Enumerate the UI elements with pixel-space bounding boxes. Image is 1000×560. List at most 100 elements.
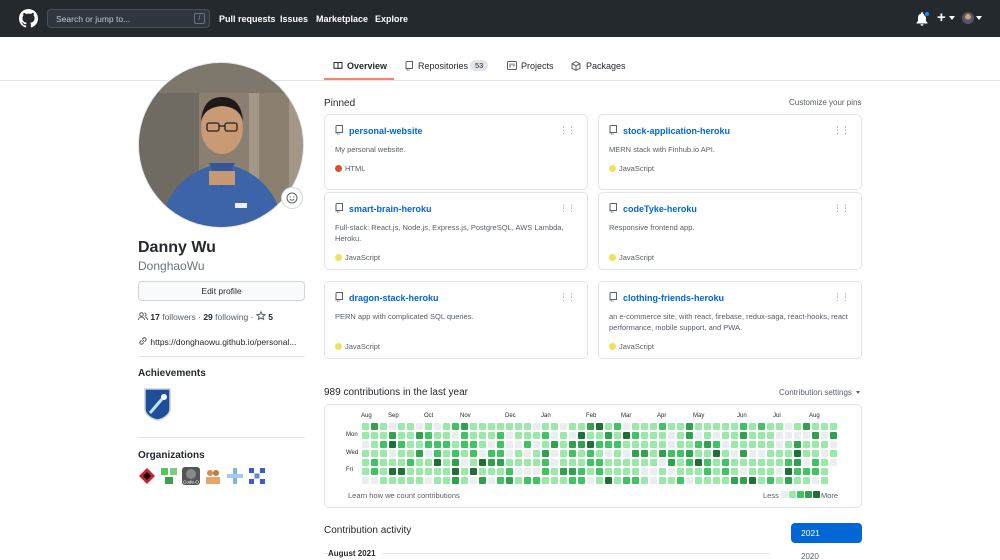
contribution-day-cell[interactable] bbox=[506, 441, 513, 448]
contribution-day-cell[interactable] bbox=[497, 441, 504, 448]
contribution-day-cell[interactable] bbox=[776, 459, 783, 466]
contribution-day-cell[interactable] bbox=[614, 468, 621, 475]
contribution-day-cell[interactable] bbox=[434, 423, 441, 430]
contribution-day-cell[interactable] bbox=[614, 441, 621, 448]
contribution-day-cell[interactable] bbox=[569, 459, 576, 466]
contribution-day-cell[interactable] bbox=[407, 459, 414, 466]
contribution-day-cell[interactable] bbox=[569, 441, 576, 448]
contribution-day-cell[interactable] bbox=[443, 432, 450, 439]
drag-handle-icon[interactable]: ⋮⋮ bbox=[559, 203, 576, 214]
contribution-day-cell[interactable] bbox=[677, 477, 684, 484]
contribution-day-cell[interactable] bbox=[704, 459, 711, 466]
contribution-day-cell[interactable] bbox=[659, 423, 666, 430]
contribution-day-cell[interactable] bbox=[767, 459, 774, 466]
contribution-day-cell[interactable] bbox=[641, 441, 648, 448]
contribution-day-cell[interactable] bbox=[380, 459, 387, 466]
contribution-day-cell[interactable] bbox=[749, 468, 756, 475]
contribution-day-cell[interactable] bbox=[668, 432, 675, 439]
contribution-day-cell[interactable] bbox=[560, 468, 567, 475]
contribution-day-cell[interactable] bbox=[695, 432, 702, 439]
contribution-day-cell[interactable] bbox=[686, 459, 693, 466]
contribution-day-cell[interactable] bbox=[443, 459, 450, 466]
contribution-day-cell[interactable] bbox=[398, 459, 405, 466]
contribution-day-cell[interactable] bbox=[488, 441, 495, 448]
contribution-day-cell[interactable] bbox=[776, 441, 783, 448]
contribution-day-cell[interactable] bbox=[659, 459, 666, 466]
contribution-day-cell[interactable] bbox=[506, 477, 513, 484]
contribution-day-cell[interactable] bbox=[686, 432, 693, 439]
contribution-day-cell[interactable] bbox=[524, 477, 531, 484]
contribution-day-cell[interactable] bbox=[497, 450, 504, 457]
contribution-day-cell[interactable] bbox=[713, 468, 720, 475]
contribution-day-cell[interactable] bbox=[569, 450, 576, 457]
contribution-day-cell[interactable] bbox=[641, 468, 648, 475]
contribution-day-cell[interactable] bbox=[758, 423, 765, 430]
nav-issues[interactable]: Issues bbox=[280, 14, 308, 24]
contribution-day-cell[interactable] bbox=[389, 432, 396, 439]
contribution-day-cell[interactable] bbox=[659, 468, 666, 475]
contribution-day-cell[interactable] bbox=[380, 477, 387, 484]
org-avatar-code-o[interactable]: Code-O bbox=[182, 467, 200, 485]
edit-profile-button[interactable]: Edit profile bbox=[138, 281, 305, 301]
contribution-day-cell[interactable] bbox=[587, 468, 594, 475]
contribution-day-cell[interactable] bbox=[362, 441, 369, 448]
contribution-day-cell[interactable] bbox=[578, 432, 585, 439]
contribution-day-cell[interactable] bbox=[830, 441, 837, 448]
contribution-day-cell[interactable] bbox=[776, 468, 783, 475]
contribution-day-cell[interactable] bbox=[452, 450, 459, 457]
contribution-day-cell[interactable] bbox=[551, 459, 558, 466]
contribution-day-cell[interactable] bbox=[371, 423, 378, 430]
contribution-day-cell[interactable] bbox=[461, 468, 468, 475]
contribution-day-cell[interactable] bbox=[803, 450, 810, 457]
contribution-day-cell[interactable] bbox=[371, 450, 378, 457]
contribution-day-cell[interactable] bbox=[614, 477, 621, 484]
contribution-day-cell[interactable] bbox=[362, 459, 369, 466]
contribution-day-cell[interactable] bbox=[740, 477, 747, 484]
contribution-day-cell[interactable] bbox=[371, 432, 378, 439]
contribution-day-cell[interactable] bbox=[821, 432, 828, 439]
contribution-day-cell[interactable] bbox=[749, 423, 756, 430]
contribution-day-cell[interactable] bbox=[749, 432, 756, 439]
contribution-day-cell[interactable] bbox=[380, 432, 387, 439]
contribution-day-cell[interactable] bbox=[497, 432, 504, 439]
repo-name-link[interactable]: personal-website bbox=[349, 126, 423, 136]
contribution-day-cell[interactable] bbox=[677, 432, 684, 439]
contribution-day-cell[interactable] bbox=[470, 468, 477, 475]
contribution-day-cell[interactable] bbox=[632, 459, 639, 466]
contribution-day-cell[interactable] bbox=[380, 441, 387, 448]
contribution-day-cell[interactable] bbox=[371, 441, 378, 448]
contribution-day-cell[interactable] bbox=[542, 423, 549, 430]
contribution-day-cell[interactable] bbox=[623, 459, 630, 466]
contribution-day-cell[interactable] bbox=[542, 441, 549, 448]
contribution-day-cell[interactable] bbox=[596, 459, 603, 466]
org-avatar-blue-cross[interactable] bbox=[226, 467, 244, 485]
contribution-day-cell[interactable] bbox=[461, 450, 468, 457]
contribution-day-cell[interactable] bbox=[569, 468, 576, 475]
contribution-day-cell[interactable] bbox=[812, 477, 819, 484]
contribution-day-cell[interactable] bbox=[569, 432, 576, 439]
contribution-day-cell[interactable] bbox=[803, 432, 810, 439]
contribution-day-cell[interactable] bbox=[434, 441, 441, 448]
contribution-day-cell[interactable] bbox=[785, 423, 792, 430]
contribution-day-cell[interactable] bbox=[461, 459, 468, 466]
contribution-day-cell[interactable] bbox=[605, 468, 612, 475]
contribution-day-cell[interactable] bbox=[731, 477, 738, 484]
contribution-day-cell[interactable] bbox=[740, 459, 747, 466]
contribution-settings-dropdown[interactable]: Contribution settings bbox=[779, 388, 861, 397]
contribution-day-cell[interactable] bbox=[569, 423, 576, 430]
contribution-day-cell[interactable] bbox=[794, 441, 801, 448]
contribution-day-cell[interactable] bbox=[722, 441, 729, 448]
contribution-day-cell[interactable] bbox=[452, 423, 459, 430]
contribution-day-cell[interactable] bbox=[794, 459, 801, 466]
achievement-badge-icon[interactable] bbox=[142, 387, 173, 421]
repo-name-link[interactable]: clothing-friends-heroku bbox=[623, 293, 724, 303]
contribution-day-cell[interactable] bbox=[695, 468, 702, 475]
contribution-day-cell[interactable] bbox=[479, 423, 486, 430]
contribution-day-cell[interactable] bbox=[542, 432, 549, 439]
contribution-day-cell[interactable] bbox=[722, 468, 729, 475]
contribution-day-cell[interactable] bbox=[425, 477, 432, 484]
contribution-day-cell[interactable] bbox=[596, 432, 603, 439]
contribution-day-cell[interactable] bbox=[488, 423, 495, 430]
contribution-day-cell[interactable] bbox=[587, 477, 594, 484]
contribution-day-cell[interactable] bbox=[731, 441, 738, 448]
